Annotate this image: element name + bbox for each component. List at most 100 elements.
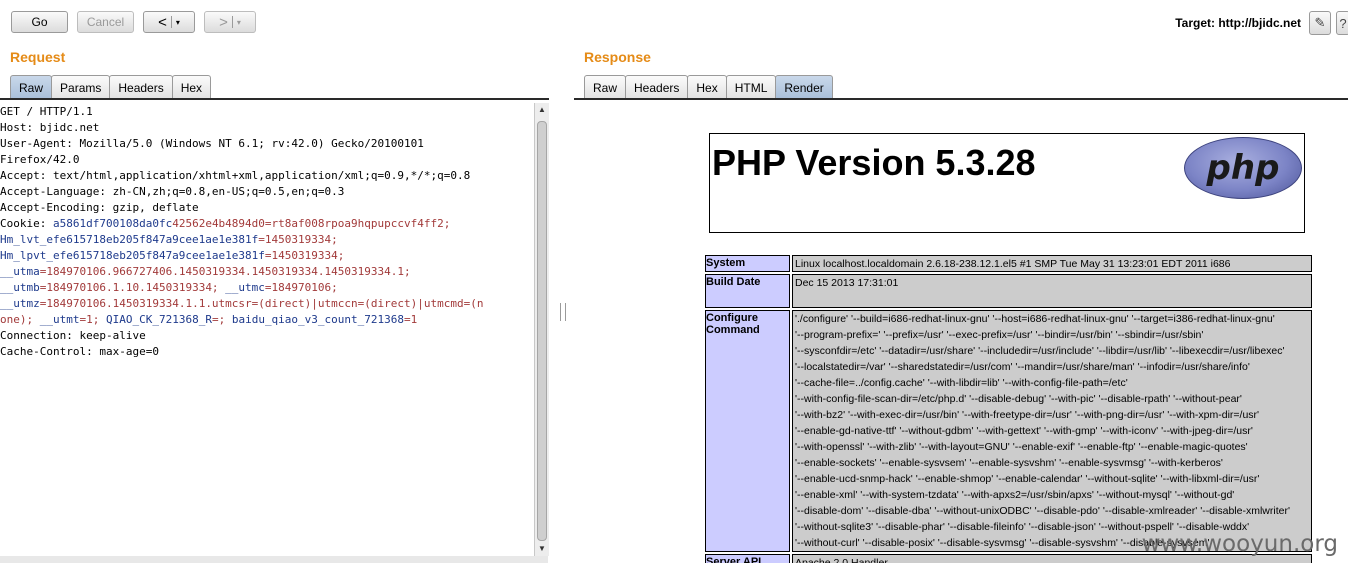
request-line: Firefox/42.0 bbox=[0, 153, 80, 166]
php-info-value-line: '--cache-file=../config.cache' '--with-l… bbox=[795, 377, 1128, 389]
php-info-row: Configure Command './configure' '--build=… bbox=[705, 310, 1312, 552]
panel-splitter[interactable] bbox=[560, 303, 566, 321]
forward-button[interactable]: > ▾ bbox=[204, 11, 256, 33]
scroll-up-icon[interactable]: ▲ bbox=[535, 103, 549, 117]
cookie-name: QIAO_CK_721368_R bbox=[99, 313, 212, 326]
pencil-icon: ✎ bbox=[1314, 15, 1326, 30]
back-arrow-icon: < bbox=[158, 13, 167, 31]
php-info-value-line: '--localstatedir=/var' '--sharedstatedir… bbox=[795, 361, 1250, 373]
edit-target-button[interactable]: ✎ bbox=[1309, 11, 1331, 35]
php-info-row: Build Date Dec 15 2013 17:31:01 bbox=[705, 274, 1312, 308]
request-line: __utmb=184970106.1.10.1450319334; __utmc… bbox=[0, 280, 533, 296]
cookie-value: =1 bbox=[404, 313, 418, 326]
help-icon: ? bbox=[1339, 15, 1347, 31]
request-tab-headers[interactable]: Headers bbox=[109, 75, 173, 99]
request-line: __utmz=184970106.1450319334.1.1.utmcsr=(… bbox=[0, 296, 533, 312]
cookie-name: __utmt bbox=[33, 313, 80, 326]
request-tabs: Raw Params Headers Hex bbox=[10, 75, 212, 99]
php-info-value: Linux localhost.localdomain 2.6.18-238.1… bbox=[792, 255, 1312, 272]
php-info-header: PHP Version 5.3.28 php bbox=[709, 133, 1305, 233]
php-logo: php bbox=[1184, 137, 1302, 199]
cookie-name: __utmb bbox=[0, 281, 40, 294]
response-tab-headers[interactable]: Headers bbox=[625, 75, 689, 99]
cookie-value: =1450319334; bbox=[264, 249, 345, 262]
cookie-value: =184970106.966727406.1450319334.14503193… bbox=[39, 265, 411, 278]
forward-arrow-icon: > bbox=[219, 13, 228, 31]
response-tab-hex[interactable]: Hex bbox=[687, 75, 727, 99]
response-tab-raw[interactable]: Raw bbox=[584, 75, 627, 99]
request-tab-params[interactable]: Params bbox=[51, 75, 111, 99]
php-info-value-line: Dec 15 2013 17:31:01 bbox=[795, 277, 899, 289]
cookie-value: 42562e4b4894d0=rt8af008rpoa9hqpupccvf4ff… bbox=[172, 217, 451, 230]
request-line: User-Agent: Mozilla/5.0 (Windows NT 6.1;… bbox=[0, 137, 424, 150]
response-tab-render[interactable]: Render bbox=[775, 75, 833, 99]
cookie-value: =184970106; bbox=[264, 281, 338, 294]
php-info-value-line: '--enable-gd-native-ttf' '--without-gdbm… bbox=[795, 425, 1253, 437]
request-search-bar bbox=[0, 556, 548, 563]
request-line: Accept-Encoding: gzip, deflate bbox=[0, 201, 199, 214]
request-scrollbar[interactable]: ▲ ▼ bbox=[534, 103, 549, 556]
request-line: Host: bjidc.net bbox=[0, 121, 100, 134]
php-info-value-line: '--disable-dom' '--disable-dba' '--witho… bbox=[795, 505, 1290, 517]
php-info-key: Server API bbox=[705, 554, 790, 563]
php-version: PHP Version 5.3.28 bbox=[712, 142, 1036, 183]
cookie-name: Hm_lvt_efe615718eb205f847a9cee1ae1e381f bbox=[0, 233, 259, 246]
cookie-name: __utmc bbox=[218, 281, 265, 294]
request-line: Hm_lpvt_efe615718eb205f847a9cee1ae1e381f… bbox=[0, 248, 533, 264]
request-line: Accept: text/html,application/xhtml+xml,… bbox=[0, 169, 471, 182]
php-info-key: Configure Command bbox=[705, 310, 790, 552]
response-tabs: Raw Headers Hex HTML Render bbox=[584, 75, 833, 99]
php-info-value-line: '--enable-ucd-snmp-hack' '--enable-shmop… bbox=[795, 473, 1260, 485]
response-title: Response bbox=[584, 49, 651, 65]
watermark: www.wooyun.org bbox=[1141, 531, 1338, 557]
cookie-value: one); bbox=[0, 313, 34, 326]
php-info-value: Dec 15 2013 17:31:01 bbox=[792, 274, 1312, 308]
php-info-value-line: Linux localhost.localdomain 2.6.18-238.1… bbox=[795, 258, 1231, 270]
response-render-view: PHP Version 5.3.28 php System Linux local… bbox=[574, 104, 1348, 563]
header-name: Cookie: bbox=[0, 217, 53, 230]
cookie-value: =1; bbox=[79, 313, 100, 326]
php-info-row: System Linux localhost.localdomain 2.6.18… bbox=[705, 255, 1312, 272]
php-info-value-line: '--program-prefix=' '--prefix=/usr' '--e… bbox=[795, 329, 1204, 341]
chevron-down-icon: ▾ bbox=[175, 17, 180, 27]
cancel-button[interactable]: Cancel bbox=[77, 11, 134, 33]
request-line: one); __utmt=1; QIAO_CK_721368_R=; baidu… bbox=[0, 312, 533, 328]
php-info-key: Build Date bbox=[705, 274, 790, 308]
php-info-value: './configure' '--build=i686-redhat-linux… bbox=[792, 310, 1312, 552]
cookie-name: a5861df700108da0fc bbox=[52, 217, 173, 230]
request-line: Accept-Language: zh-CN,zh;q=0.8,en-US;q=… bbox=[0, 185, 345, 198]
request-editor[interactable]: GET / HTTP/1.1 Host: bjidc.net User-Agent:… bbox=[0, 104, 533, 556]
target-url: http://bjidc.net bbox=[1218, 16, 1301, 30]
chevron-down-icon: ▾ bbox=[236, 17, 241, 27]
cookie-name: baidu_qiao_v3_count_721368 bbox=[225, 313, 405, 326]
php-info-value-line: '--with-config-file-scan-dir=/etc/php.d'… bbox=[795, 393, 1242, 405]
cookie-value: =; bbox=[211, 313, 226, 326]
request-line: Hm_lvt_efe615718eb205f847a9cee1ae1e381f=… bbox=[0, 232, 533, 248]
target-label: Target: http://bjidc.net bbox=[1175, 16, 1301, 30]
scroll-down-icon[interactable]: ▼ bbox=[535, 542, 549, 556]
cookie-name: Hm_lpvt_efe615718eb205f847a9cee1ae1e381f bbox=[0, 249, 265, 262]
request-line: __utma=184970106.966727406.1450319334.14… bbox=[0, 264, 533, 280]
scroll-thumb[interactable] bbox=[537, 121, 547, 541]
php-info-value-line: '--with-openssl' '--with-zlib' '--with-l… bbox=[795, 441, 1248, 453]
php-info-value-line: '--enable-sockets' '--enable-sysvsem' '-… bbox=[795, 457, 1223, 469]
cookie-value: =184970106.1450319334.1.1.utmcsr=(direct… bbox=[39, 297, 484, 310]
php-info-value-line: '--with-bz2' '--with-exec-dir=/usr/bin' … bbox=[795, 409, 1260, 421]
cookie-name: __utma bbox=[0, 265, 40, 278]
cookie-value: =184970106.1.10.1450319334; bbox=[39, 281, 219, 294]
help-button[interactable]: ? bbox=[1336, 11, 1348, 35]
request-tab-hex[interactable]: Hex bbox=[171, 75, 212, 99]
request-tab-raw[interactable]: Raw bbox=[10, 75, 53, 99]
go-button[interactable]: Go bbox=[11, 11, 68, 33]
php-info-value-line: './configure' '--build=i686-redhat-linux… bbox=[795, 313, 1275, 325]
request-title: Request bbox=[10, 49, 66, 65]
back-button[interactable]: < ▾ bbox=[143, 11, 195, 33]
request-line: Cache-Control: max-age=0 bbox=[0, 345, 159, 358]
request-line: Cookie: a5861df700108da0fc42562e4b4894d0… bbox=[0, 216, 533, 232]
cookie-value: =1450319334; bbox=[258, 233, 338, 246]
php-info-key: System bbox=[705, 255, 790, 272]
request-line: Connection: keep-alive bbox=[0, 329, 146, 342]
request-line: GET / HTTP/1.1 bbox=[0, 105, 93, 118]
response-tab-html[interactable]: HTML bbox=[725, 75, 777, 99]
php-info-value-line: '--enable-xml' '--with-system-tzdata' '-… bbox=[795, 489, 1235, 501]
